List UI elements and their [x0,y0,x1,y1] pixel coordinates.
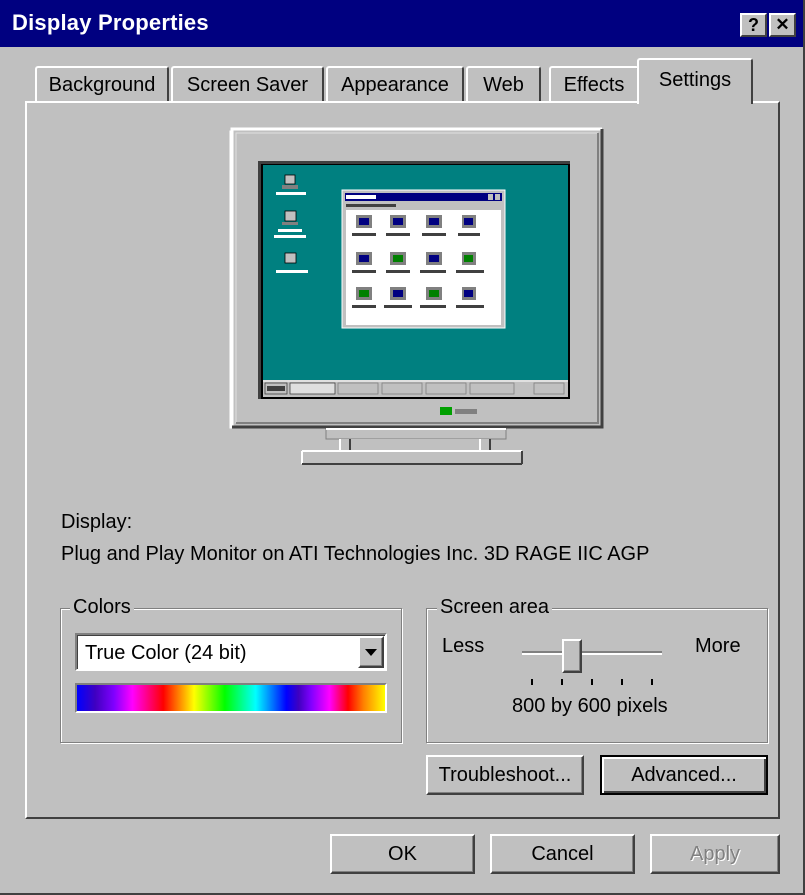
help-button[interactable]: ? [740,13,767,37]
settings-panel: Display: Plug and Play Monitor on ATI Te… [25,101,780,819]
tab-appearance[interactable]: Appearance [326,66,464,102]
tab-screen-saver[interactable]: Screen Saver [171,66,324,102]
monitor-graphic [230,127,604,465]
display-heading: Display: [61,511,133,533]
ok-button[interactable]: OK [330,834,475,874]
slider-thumb[interactable] [562,639,582,673]
colors-selected-value: True Color (24 bit) [85,642,247,664]
slider-tick [531,679,533,685]
slider-tick [561,679,563,685]
tab-web[interactable]: Web [466,66,541,102]
screen-area-group: Screen area Less More 800 by 600 pixels [426,596,768,743]
slider-tick [651,679,653,685]
colors-group: Colors True Color (24 bit) [60,596,402,743]
title-bar[interactable]: Display Properties ? ✕ [0,0,803,47]
slider-track [522,651,662,655]
color-spectrum-bar [75,683,387,713]
more-label: More [695,635,741,657]
display-properties-window: Display Properties ? ✕ Background Screen… [0,0,805,895]
tab-background[interactable]: Background [35,66,169,102]
slider-tick [621,679,623,685]
close-button[interactable]: ✕ [769,13,796,37]
colors-dropdown[interactable]: True Color (24 bit) [75,633,387,671]
advanced-button[interactable]: Advanced... [600,755,768,795]
tab-effects[interactable]: Effects [549,66,639,102]
apply-button[interactable]: Apply [650,834,780,874]
slider-tick [591,679,593,685]
less-label: Less [442,635,485,657]
colors-group-label: Colors [70,596,134,619]
screen-area-group-label: Screen area [437,596,552,619]
preview-window [341,189,506,329]
screen-area-slider[interactable] [522,639,662,685]
troubleshoot-button[interactable]: Troubleshoot... [426,755,584,795]
chevron-down-icon [365,649,377,656]
resolution-label: 800 by 600 pixels [512,695,668,717]
window-title: Display Properties [12,10,209,35]
cancel-button[interactable]: Cancel [490,834,635,874]
dropdown-arrow-button[interactable] [358,636,384,668]
tab-settings[interactable]: Settings [637,58,753,104]
display-device: Plug and Play Monitor on ATI Technologie… [61,543,650,565]
